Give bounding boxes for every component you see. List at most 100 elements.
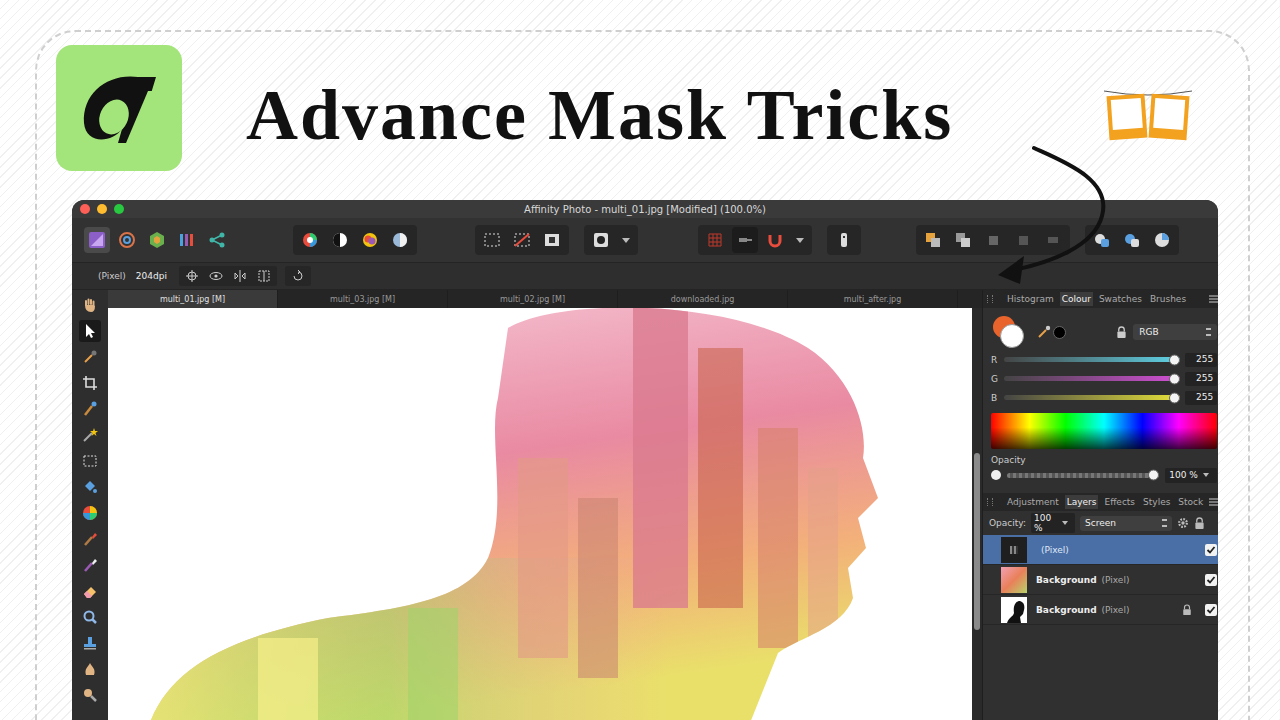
document-tab[interactable]: multi_01.jpg [M] xyxy=(108,290,278,308)
snapping-button[interactable] xyxy=(762,227,788,253)
dropdown-arrow-icon[interactable] xyxy=(622,238,630,243)
colour-balance-button[interactable] xyxy=(357,227,383,253)
tool-button[interactable] xyxy=(79,294,101,316)
tool-button[interactable] xyxy=(79,424,101,446)
grip-icon[interactable] xyxy=(987,498,993,506)
zoom-button[interactable] xyxy=(114,204,124,214)
panel-tab[interactable]: Layers xyxy=(1065,495,1099,509)
layer-row[interactable]: Background (Pixel) xyxy=(983,595,1218,625)
document-tab[interactable]: multi_02.jpg [M] xyxy=(448,290,618,308)
blend-mode-dropdown[interactable]: Screen xyxy=(1080,516,1172,531)
view-toggle-button[interactable] xyxy=(732,227,758,253)
move-backward-button[interactable] xyxy=(950,227,976,253)
persona-button[interactable] xyxy=(114,227,140,253)
tool-button[interactable] xyxy=(79,554,101,576)
channel-value[interactable]: 255 xyxy=(1185,372,1217,386)
tool-button[interactable] xyxy=(79,476,101,498)
tool-button[interactable] xyxy=(79,450,101,472)
tool-button[interactable] xyxy=(79,658,101,680)
layer-row[interactable]: Background (Pixel) xyxy=(983,565,1218,595)
document-tab[interactable]: multi_after.jpg xyxy=(788,290,958,308)
vertical-scrollbar[interactable] xyxy=(972,308,982,720)
panel-menu-icon[interactable] xyxy=(1209,295,1218,303)
document-tab[interactable]: multi_03.jpg [M] xyxy=(278,290,448,308)
channel-slider[interactable] xyxy=(1004,395,1180,400)
flip-vertical-button[interactable] xyxy=(253,267,275,285)
stroke-swatch[interactable] xyxy=(1000,324,1024,348)
persona-button[interactable] xyxy=(174,227,200,253)
invert-selection-button[interactable] xyxy=(539,227,565,253)
tool-button[interactable] xyxy=(79,684,101,706)
layer-opacity-field[interactable]: 100 % xyxy=(1031,513,1075,533)
channel-value[interactable]: 255 xyxy=(1185,353,1217,367)
panel-tab[interactable]: Brushes xyxy=(1148,292,1188,306)
grip-icon[interactable] xyxy=(987,295,993,303)
slider-knob[interactable] xyxy=(1169,392,1180,403)
colour-model-dropdown[interactable]: RGB xyxy=(1133,324,1217,340)
select-all-button[interactable] xyxy=(479,227,505,253)
white-balance-button[interactable] xyxy=(387,227,413,253)
move-forward-button[interactable] xyxy=(980,227,1006,253)
lock-icon[interactable] xyxy=(1194,517,1205,530)
tool-button[interactable] xyxy=(79,372,101,394)
tool-button[interactable] xyxy=(79,320,101,342)
tool-button[interactable] xyxy=(79,398,101,420)
target-button[interactable] xyxy=(181,267,203,285)
view-button[interactable] xyxy=(205,267,227,285)
panel-menu-icon[interactable] xyxy=(1209,498,1218,506)
minimize-button[interactable] xyxy=(97,204,107,214)
contrast-button[interactable] xyxy=(327,227,353,253)
slider-knob[interactable] xyxy=(1169,373,1180,384)
visibility-checkbox[interactable] xyxy=(1205,544,1217,556)
tool-button[interactable] xyxy=(79,346,101,368)
add-button[interactable] xyxy=(1089,227,1115,253)
lock-icon[interactable] xyxy=(1182,604,1192,616)
tool-button[interactable] xyxy=(79,528,101,550)
channel-slider[interactable] xyxy=(1004,376,1180,381)
tool-button[interactable] xyxy=(79,580,101,602)
panel-tab[interactable]: Histogram xyxy=(1005,292,1056,306)
levels-button[interactable] xyxy=(297,227,323,253)
gear-icon[interactable] xyxy=(1177,517,1189,529)
panel-tab[interactable]: Stock xyxy=(1176,495,1205,509)
deselect-button[interactable] xyxy=(509,227,535,253)
document-tab[interactable]: downloaded.jpg xyxy=(618,290,788,308)
intersect-button[interactable] xyxy=(1149,227,1175,253)
move-back-button[interactable] xyxy=(920,227,946,253)
opacity-slider[interactable] xyxy=(1007,473,1159,478)
colour-spectrum[interactable] xyxy=(991,413,1217,449)
flip-horizontal-button[interactable] xyxy=(229,267,251,285)
align-button[interactable] xyxy=(1040,227,1066,253)
panel-tab[interactable]: Styles xyxy=(1141,495,1172,509)
close-button[interactable] xyxy=(80,204,90,214)
grid-button[interactable] xyxy=(702,227,728,253)
move-front-button[interactable] xyxy=(1010,227,1036,253)
canvas[interactable] xyxy=(108,308,972,720)
dropdown-arrow-icon[interactable] xyxy=(796,238,804,243)
eyedropper-icon[interactable] xyxy=(1037,325,1051,339)
persona-button[interactable] xyxy=(84,227,110,253)
picked-colour-dot[interactable] xyxy=(1053,326,1066,339)
slider-knob[interactable] xyxy=(1148,470,1159,481)
panel-tab[interactable]: Swatches xyxy=(1097,292,1144,306)
tool-button[interactable] xyxy=(79,606,101,628)
persona-button[interactable] xyxy=(204,227,230,253)
rotate-button[interactable] xyxy=(287,267,309,285)
tool-button[interactable] xyxy=(79,502,101,524)
panel-tab[interactable]: Colour xyxy=(1060,292,1093,306)
subtract-button[interactable] xyxy=(1119,227,1145,253)
opacity-value[interactable]: 100 % xyxy=(1165,468,1217,483)
assistant-button[interactable] xyxy=(831,227,857,253)
slider-knob[interactable] xyxy=(1169,354,1180,365)
visibility-checkbox[interactable] xyxy=(1205,604,1217,616)
tool-button[interactable] xyxy=(79,632,101,654)
visibility-checkbox[interactable] xyxy=(1205,574,1217,586)
persona-button[interactable] xyxy=(144,227,170,253)
channel-value[interactable]: 255 xyxy=(1185,391,1217,405)
quick-mask-button[interactable] xyxy=(588,227,614,253)
lock-icon[interactable] xyxy=(1116,326,1127,339)
resolution-field[interactable]: 204dpi xyxy=(136,271,167,281)
panel-tab[interactable]: Effects xyxy=(1102,495,1137,509)
scrollbar-thumb[interactable] xyxy=(974,453,980,630)
panel-tab[interactable]: Adjustment xyxy=(1005,495,1061,509)
